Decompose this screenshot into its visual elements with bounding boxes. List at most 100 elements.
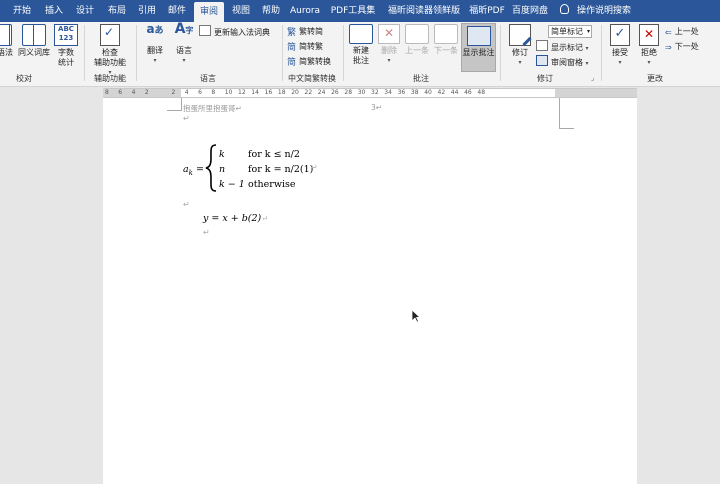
- reject-label: 拒绝: [641, 48, 657, 57]
- ruler-tick-label: 16: [264, 89, 273, 96]
- tab-12[interactable]: 福昕PDF: [467, 0, 507, 22]
- group-separator: [343, 25, 344, 81]
- markup-display-select[interactable]: 简单标记: [548, 25, 592, 38]
- simplified-icon: 简: [287, 43, 297, 53]
- next-change-button[interactable]: ⇒ 下一处: [665, 40, 699, 53]
- tab-0[interactable]: 开始: [6, 0, 38, 22]
- ruler-tick-label: 4: [131, 89, 136, 96]
- language-button[interactable]: A字 语言 ▾: [170, 21, 198, 66]
- ruler-tick-label: 10: [224, 89, 233, 96]
- check-accessibility-label: 检查 辅助功能: [94, 48, 126, 67]
- language-label: 语言: [176, 46, 192, 55]
- group-label-tracking: 修订: [537, 74, 553, 83]
- group-label-language: 语言: [200, 74, 216, 83]
- group-separator: [500, 25, 501, 81]
- new-comment-icon: [349, 24, 373, 44]
- horizontal-ruler[interactable]: 8 6 4 2 2 4 6 8 10 12 14 16 18 20 22 24 26 28 30 32 34 36 38 40…: [0, 87, 720, 98]
- group-separator: [84, 25, 85, 81]
- update-ime-dictionary-button[interactable]: 更新输入法词典: [199, 25, 270, 38]
- show-comments-icon: [466, 26, 491, 46]
- header-text-content: 抱蛋所里抱蛋哥: [183, 104, 236, 113]
- grammar-button[interactable]: 语法: [0, 24, 14, 58]
- grammar-label: 语法: [0, 48, 13, 57]
- tab-6[interactable]: 审阅: [194, 2, 224, 22]
- check-accessibility-button[interactable]: 检查 辅助功能 ▾: [88, 24, 132, 78]
- tell-me-search[interactable]: 操作说明搜索: [560, 0, 631, 22]
- tab-5[interactable]: 邮件: [163, 0, 191, 22]
- chinese-conversion-button[interactable]: 简简繁转换: [287, 55, 331, 68]
- new-comment-button[interactable]: 新建 批注: [347, 24, 375, 66]
- accept-icon: ✓: [610, 24, 630, 46]
- header-text[interactable]: 抱蛋所里抱蛋哥↵: [183, 103, 242, 114]
- next-comment-icon: [434, 24, 458, 44]
- track-changes-button[interactable]: 修订 ▾: [506, 24, 534, 68]
- group-label-accessibility: 辅助功能: [94, 74, 126, 83]
- next-comment-button[interactable]: 下一条: [432, 24, 460, 56]
- track-changes-label: 修订: [512, 48, 528, 57]
- tab-9[interactable]: Aurora: [287, 0, 323, 22]
- word-count-button[interactable]: ABC 123 字数 统计: [54, 24, 78, 68]
- paragraph-mark: ↵: [203, 228, 210, 237]
- ruler-tick-label: 12: [238, 89, 246, 96]
- group-label-chinese-conversion: 中文简繁转换: [288, 74, 336, 83]
- previous-comment-button[interactable]: 上一条: [403, 24, 431, 56]
- dropdown-arrow-icon: ▾: [585, 45, 589, 52]
- simplified-to-traditional-button[interactable]: 简简转繁: [287, 40, 323, 53]
- ruler-tick-label: 24: [317, 89, 326, 96]
- paragraph-mark: ↵: [235, 104, 242, 113]
- group-separator: [601, 25, 602, 81]
- tab-7[interactable]: 视图: [227, 0, 255, 22]
- equation-lhs-subscript: k: [188, 168, 193, 177]
- show-markup-label: 显示标记: [551, 43, 583, 52]
- equation-lhs[interactable]: ak =: [183, 164, 204, 177]
- track-changes-icon: [509, 24, 531, 46]
- margin-corner-mark: [559, 98, 574, 129]
- ruler-tick-label: 2: [144, 89, 149, 96]
- grammar-icon: [0, 24, 12, 46]
- ruler-tick-label: 18: [277, 89, 286, 96]
- case-value: n: [219, 164, 226, 175]
- ruler-tick-label: 6: [198, 89, 202, 96]
- case-condition: for k ≤ n/2: [248, 149, 300, 160]
- tab-11[interactable]: 福昕阅读器领鲜版: [382, 0, 466, 22]
- traditional-to-simplified-button[interactable]: 繁繁转简: [287, 25, 323, 38]
- tab-13[interactable]: 百度网盘: [508, 0, 552, 22]
- case-value: k: [219, 149, 225, 160]
- paragraph-mark: ↵: [183, 200, 190, 209]
- ruler-tick-label: 36: [397, 89, 406, 96]
- tracking-dialog-launcher-icon[interactable]: ⌟: [591, 72, 594, 85]
- accept-button[interactable]: ✓ 接受 ▾: [606, 24, 634, 68]
- reviewing-pane-button[interactable]: 审阅窗格 ▾: [536, 55, 589, 68]
- dropdown-arrow-icon: ▾: [182, 57, 186, 64]
- next-change-label: 下一处: [674, 42, 699, 51]
- tab-8[interactable]: 帮助: [257, 0, 285, 22]
- markup-dropdown-arrow-icon[interactable]: ▾: [587, 25, 590, 38]
- s2t-label: 简转繁: [299, 42, 324, 51]
- paragraph-mark: ↵: [311, 163, 318, 172]
- show-markup-button[interactable]: 显示标记 ▾: [536, 40, 589, 53]
- group-label-changes: 更改: [647, 74, 663, 83]
- thesaurus-button[interactable]: 同义词库: [16, 24, 52, 58]
- delete-comment-button[interactable]: ✕ 删除 ▾: [376, 24, 402, 66]
- equation-2-text: y = x + b(2): [203, 213, 262, 224]
- translate-label: 翻译: [147, 46, 163, 55]
- language-icon: A字: [174, 21, 194, 37]
- ime-dictionary-icon: [199, 25, 211, 36]
- reject-button[interactable]: ✕ 拒绝 ▾: [635, 24, 663, 68]
- previous-change-button[interactable]: ⇐ 上一处: [665, 25, 699, 38]
- document-page[interactable]: 抱蛋所里抱蛋哥↵ 3↵ ↵ ↵ ↵ ak = k for k ≤ n/2 n for …: [103, 98, 637, 484]
- tab-2[interactable]: 设计: [70, 0, 100, 22]
- tab-3[interactable]: 布局: [103, 0, 131, 22]
- margin-corner-mark: [167, 98, 182, 111]
- tab-1[interactable]: 插入: [40, 0, 68, 22]
- tab-4[interactable]: 引用: [133, 0, 161, 22]
- case-condition: otherwise: [248, 179, 296, 190]
- ruler-tick-label: 8: [105, 89, 109, 96]
- group-label-comments: 批注: [413, 74, 429, 83]
- translate-button[interactable]: aあ 翻译 ▾: [141, 23, 169, 66]
- reviewing-pane-label: 审阅窗格: [551, 58, 583, 67]
- page-number: 3↵: [371, 103, 382, 112]
- tab-10[interactable]: PDF工具集: [326, 0, 380, 22]
- show-comments-button[interactable]: 显示批注: [461, 23, 496, 72]
- equation-2[interactable]: y = x + b(2)↵: [203, 213, 268, 224]
